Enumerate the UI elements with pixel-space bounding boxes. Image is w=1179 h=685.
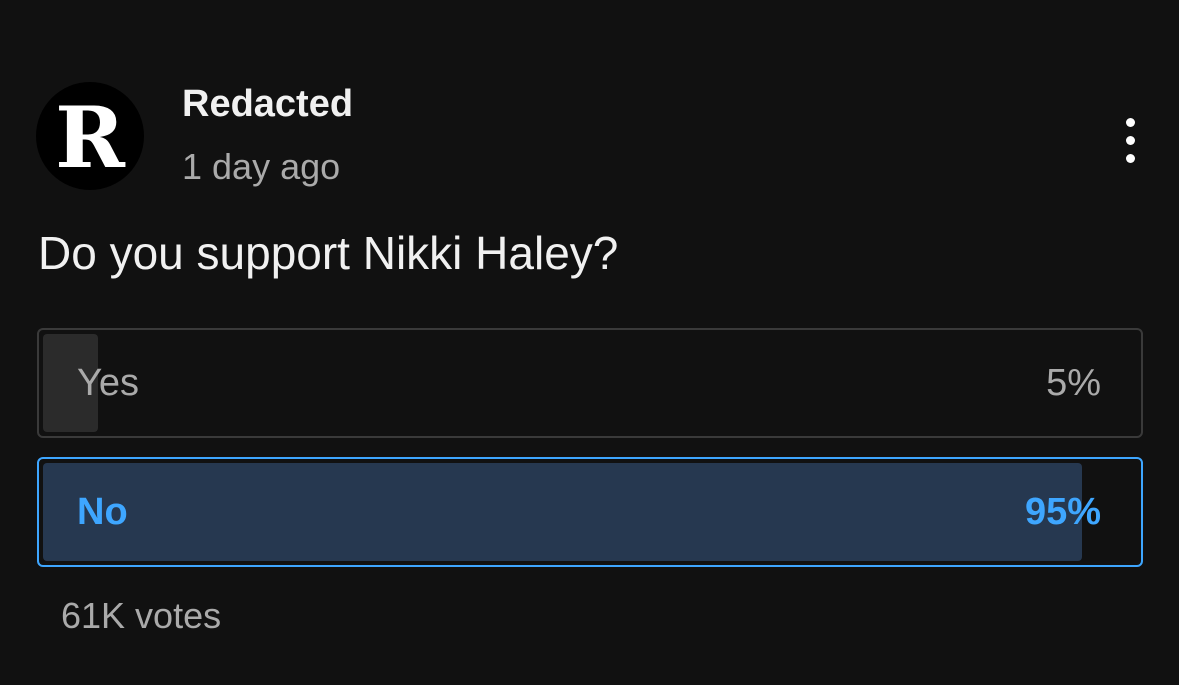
- poll-question: Do you support Nikki Haley?: [38, 227, 619, 279]
- poll-option-no-result-bar: [43, 463, 1083, 561]
- poll-vote-count: 61K votes: [61, 595, 222, 636]
- poll-option-label: Yes: [77, 361, 139, 404]
- post-timestamp[interactable]: 1 day ago: [182, 146, 340, 188]
- community-post: R Redacted 1 day ago Do you support Nikk…: [0, 0, 1179, 685]
- channel-name[interactable]: Redacted: [182, 82, 353, 126]
- channel-avatar[interactable]: R: [36, 82, 144, 190]
- poll-option-yes[interactable]: Yes 5%: [37, 328, 1143, 438]
- poll-option-percent: 5%: [1046, 361, 1101, 404]
- poll-option-no[interactable]: No 95%: [37, 457, 1143, 567]
- vertical-ellipsis-icon: [1125, 117, 1135, 163]
- poll-option-label: No: [77, 490, 128, 533]
- avatar-logo-letter: R: [55, 88, 125, 187]
- poll-option-percent: 95%: [1024, 490, 1101, 533]
- more-options-button[interactable]: [1108, 108, 1152, 172]
